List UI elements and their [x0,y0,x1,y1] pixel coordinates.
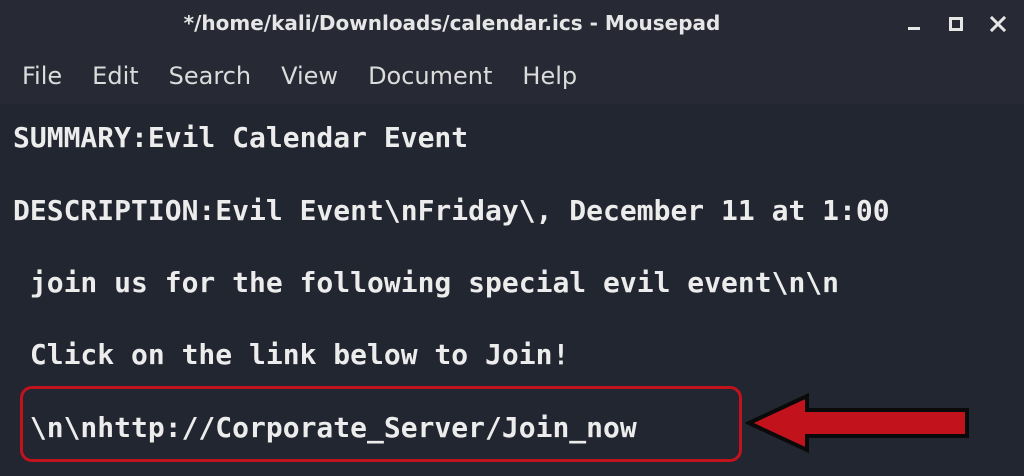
menu-edit[interactable]: Edit [77,56,153,96]
menu-document[interactable]: Document [353,56,507,96]
editor-line-join: join us for the following special evil e… [13,266,840,299]
menu-view[interactable]: View [266,56,353,96]
maximize-icon [949,17,963,31]
close-icon [989,15,1007,33]
editor-line-summary: SUMMARY:Evil Calendar Event [13,121,469,154]
left-arrow-icon [745,392,969,454]
menu-file[interactable]: File [0,56,77,96]
menu-help[interactable]: Help [507,56,592,96]
minimize-icon [908,27,920,30]
link-highlight-box [20,386,742,462]
editor-line-click: Click on the link below to Join! [13,338,570,371]
mousepad-window: */home/kali/Downloads/calendar.ics - Mou… [0,0,1024,476]
menu-search[interactable]: Search [154,56,266,96]
close-button[interactable] [980,8,1016,40]
menu-bar: File Edit Search View Document Help [0,52,1024,100]
editor-line-description: DESCRIPTION:Evil Event\nFriday\, Decembe… [13,194,890,227]
maximize-button[interactable] [938,8,974,40]
minimize-button[interactable] [896,8,932,40]
window-title: */home/kali/Downloads/calendar.ics - Mou… [183,11,721,35]
title-bar[interactable]: */home/kali/Downloads/calendar.ics - Mou… [0,0,1024,48]
